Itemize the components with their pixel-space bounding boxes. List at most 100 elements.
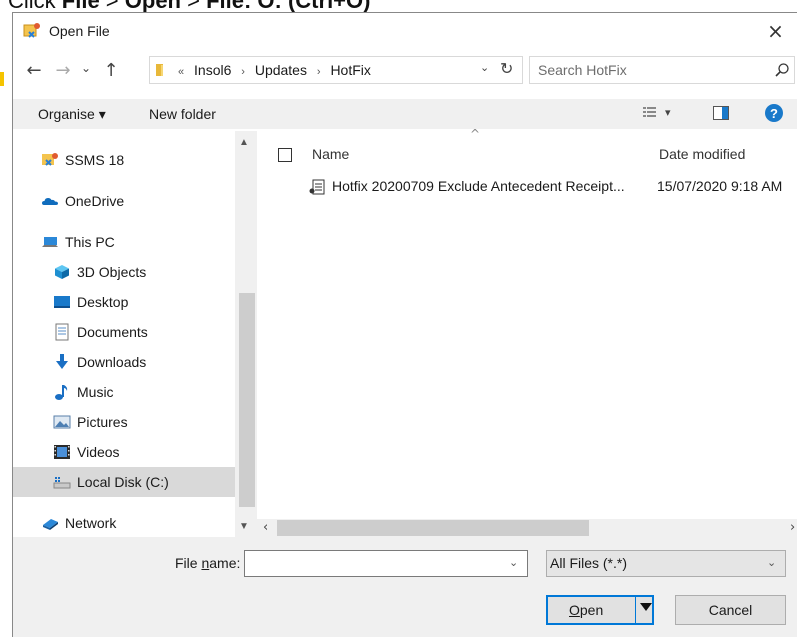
- scroll-left-icon[interactable]: ‹: [263, 520, 268, 535]
- title-bar: Open File ×: [13, 13, 797, 49]
- refresh-icon[interactable]: ↻: [500, 59, 513, 78]
- cube-icon: [53, 263, 71, 281]
- file-list: ^ Name Date modified Hotfix 20200709 Exc…: [257, 127, 797, 519]
- nav-item-ssms[interactable]: SSMS 18: [41, 145, 124, 175]
- nav-item-label: OneDrive: [65, 193, 125, 209]
- cancel-button[interactable]: Cancel: [675, 595, 786, 625]
- column-header-name[interactable]: Name: [312, 146, 349, 162]
- app-icon: [23, 22, 41, 40]
- breadcrumb-separator[interactable]: ›: [235, 66, 251, 78]
- desktop-icon: [53, 293, 71, 311]
- cloud-icon: [41, 192, 59, 210]
- dialog-title: Open File: [49, 23, 110, 39]
- recent-locations-button[interactable]: ⌄: [77, 55, 95, 81]
- nav-item-onedrive[interactable]: OneDrive: [41, 186, 124, 216]
- horizontal-scrollbar[interactable]: ‹ ›: [257, 519, 797, 537]
- breadcrumb-overflow[interactable]: «: [178, 66, 190, 78]
- documents-icon: [53, 323, 71, 341]
- command-bar: Organise ▾ New folder ▾ ?: [13, 99, 797, 129]
- breadcrumb-item[interactable]: HotFix: [330, 62, 370, 78]
- select-all-checkbox[interactable]: [278, 148, 292, 162]
- nav-item-label: Videos: [77, 444, 120, 460]
- open-button[interactable]: Open: [546, 595, 654, 625]
- change-view-button[interactable]: ▾: [643, 105, 675, 123]
- new-folder-button[interactable]: New folder: [149, 106, 216, 122]
- help-icon: ?: [770, 105, 778, 121]
- file-row[interactable]: Hotfix 20200709 Exclude Antecedent Recei…: [257, 175, 797, 199]
- nav-item-label: Documents: [77, 324, 148, 340]
- scroll-right-icon[interactable]: ›: [790, 520, 795, 535]
- chevron-down-icon: ▾: [665, 107, 671, 119]
- nav-item-label: Network: [65, 515, 117, 531]
- file-name: Hotfix 20200709 Exclude Antecedent Recei…: [332, 178, 625, 194]
- nav-item-label: This PC: [65, 234, 115, 250]
- address-dropdown-button[interactable]: ⌄: [480, 61, 489, 74]
- scroll-down-icon[interactable]: ▼: [239, 521, 249, 532]
- cancel-button-label: Cancel: [708, 602, 753, 618]
- forward-button[interactable]: →: [51, 57, 75, 83]
- nav-item-network[interactable]: Network: [41, 508, 116, 538]
- nav-item-documents[interactable]: Documents: [53, 317, 148, 347]
- scrollbar-thumb[interactable]: [239, 293, 255, 507]
- file-name-combobox: ⌄: [244, 550, 528, 577]
- help-button[interactable]: ?: [765, 104, 783, 122]
- file-type-select[interactable]: All Files (*.*) ⌄: [546, 550, 786, 577]
- nav-item-this-pc[interactable]: This PC: [41, 227, 115, 257]
- nav-item-local-disk[interactable]: Local Disk (C:): [13, 467, 235, 497]
- nav-item-pictures[interactable]: Pictures: [53, 407, 128, 437]
- navigation-scrollbar[interactable]: ▲ ▼: [235, 131, 257, 537]
- chevron-down-icon[interactable]: ⌄: [509, 556, 518, 569]
- open-options-dropdown-icon[interactable]: [640, 603, 652, 611]
- up-button[interactable]: ↑: [99, 57, 123, 83]
- sort-indicator-icon: ^: [470, 127, 481, 141]
- view-list-icon: [643, 106, 657, 124]
- close-button[interactable]: ×: [753, 13, 797, 49]
- file-date-modified: 15/07/2020 9:18 AM: [657, 178, 783, 194]
- nav-item-label: Local Disk (C:): [77, 474, 169, 490]
- preview-pane-button[interactable]: [713, 106, 729, 120]
- chevron-down-icon: ⌄: [767, 556, 777, 569]
- music-icon: [53, 383, 71, 401]
- nav-item-desktop[interactable]: Desktop: [53, 287, 128, 317]
- download-icon: [53, 353, 71, 371]
- breadcrumb-separator[interactable]: ›: [311, 66, 327, 78]
- drive-icon: [53, 473, 71, 491]
- search-input[interactable]: [538, 61, 758, 79]
- bottom-panel: File name: ⌄ All Files (*.*) ⌄ Open Canc…: [13, 537, 797, 637]
- column-header-date[interactable]: Date modified: [659, 146, 745, 162]
- breadcrumb-item[interactable]: Insol6: [194, 62, 231, 78]
- file-type-value: All Files (*.*): [550, 555, 628, 571]
- file-name-input[interactable]: [249, 554, 499, 573]
- open-button-label: Open: [569, 602, 604, 618]
- breadcrumb-item[interactable]: Updates: [255, 62, 307, 78]
- computer-icon: [41, 233, 59, 251]
- search-icon[interactable]: [774, 62, 790, 78]
- file-name-label: File name:: [175, 555, 241, 571]
- navigation-bar: ← → ⌄ ↑ « Insol6 › Updates › HotFix ⌄ ↻: [13, 53, 797, 87]
- up-arrow-icon: ↑: [103, 59, 119, 81]
- scroll-up-icon[interactable]: ▲: [239, 137, 249, 148]
- address-bar[interactable]: « Insol6 › Updates › HotFix ⌄ ↻: [149, 56, 523, 84]
- back-button[interactable]: ←: [21, 57, 47, 83]
- videos-icon: [53, 443, 71, 461]
- scrollbar-thumb[interactable]: [277, 520, 589, 536]
- pictures-icon: [53, 413, 71, 431]
- nav-item-label: Music: [77, 384, 114, 400]
- split-divider: [635, 597, 636, 623]
- organise-button[interactable]: Organise ▾: [38, 106, 106, 123]
- breadcrumb: « Insol6 › Updates › HotFix: [178, 62, 371, 78]
- nav-item-downloads[interactable]: Downloads: [53, 347, 146, 377]
- back-arrow-icon: ←: [26, 59, 42, 81]
- nav-item-label: Desktop: [77, 294, 129, 310]
- nav-item-videos[interactable]: Videos: [53, 437, 120, 467]
- forward-arrow-icon: →: [55, 59, 71, 81]
- nav-item-3d-objects[interactable]: 3D Objects: [53, 257, 146, 287]
- script-file-icon: [309, 179, 325, 195]
- folder-icon: [156, 63, 172, 77]
- nav-item-label: SSMS 18: [65, 152, 125, 168]
- network-icon: [41, 514, 59, 532]
- nav-item-label: 3D Objects: [77, 264, 147, 280]
- nav-item-music[interactable]: Music: [53, 377, 114, 407]
- preview-pane-icon: [713, 106, 729, 120]
- nav-item-label: Downloads: [77, 354, 147, 370]
